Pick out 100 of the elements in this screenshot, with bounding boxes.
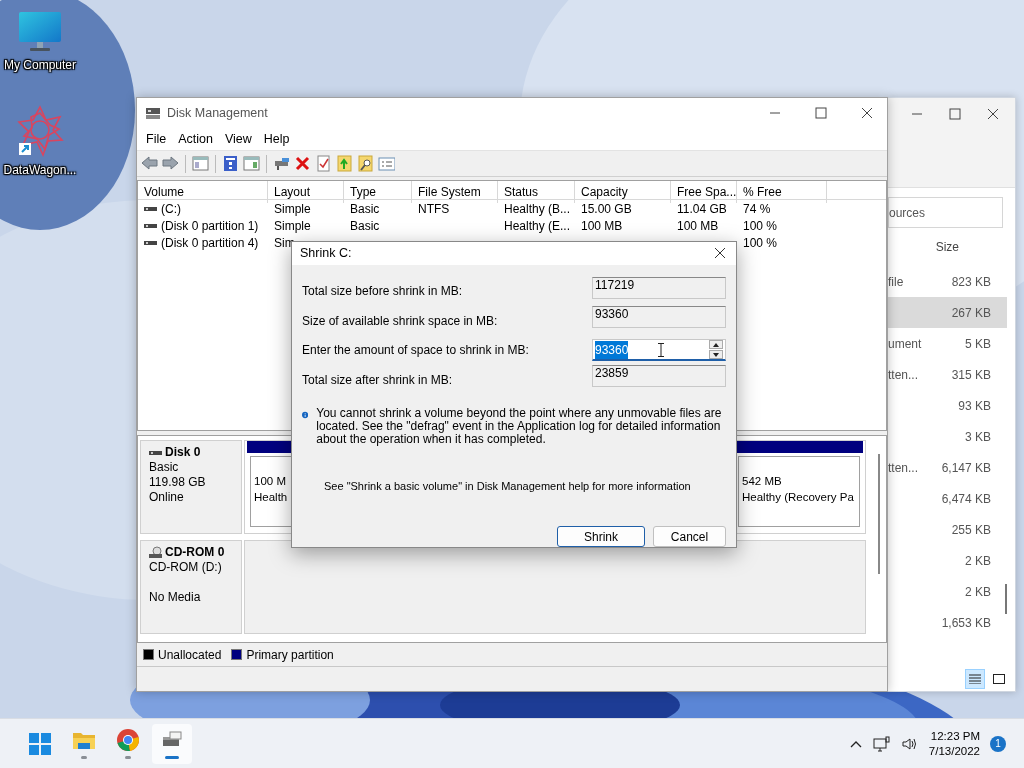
selected-row[interactable]: 267 KB <box>888 297 1007 328</box>
table-cell-text: (C:) <box>161 201 181 218</box>
help-text: See "Shrink a basic volume" in Disk Management help for more information <box>324 478 692 494</box>
maximize-button[interactable] <box>813 105 829 121</box>
checklist-icon[interactable] <box>315 155 332 172</box>
table-cell-text: Basic <box>349 201 381 218</box>
taskbar-app[interactable] <box>152 723 192 764</box>
disk-size: 119.98 GB <box>149 475 207 490</box>
menu-item[interactable]: Help <box>258 128 295 150</box>
disk-type: Basic <box>149 460 180 475</box>
notification-badge[interactable]: 1 <box>990 735 1006 752</box>
clock-date: 7/13/2022 <box>928 743 980 759</box>
down-arrow-icon <box>713 352 719 357</box>
back-arrow-icon[interactable] <box>141 155 158 172</box>
scrollbar-thumb[interactable] <box>1005 584 1007 614</box>
field-label: Total size before shrink in MB: <box>302 283 463 301</box>
close-button[interactable] <box>859 105 875 121</box>
partition-box[interactable]: 542 MB Healthy (Recovery Pa <box>738 456 860 527</box>
spin-up-button[interactable] <box>709 340 723 350</box>
scrollbar-thumb[interactable] <box>878 454 880 574</box>
file-name: tten... <box>888 366 919 384</box>
table-cell-text: Simple <box>273 218 312 235</box>
column-header[interactable]: Layout <box>268 181 344 203</box>
maximize-button[interactable] <box>947 106 963 122</box>
column-header[interactable]: Status <box>498 181 575 203</box>
partition-box[interactable]: 100 M Health <box>250 456 292 527</box>
drive-icon <box>144 222 157 230</box>
number-input[interactable]: 93360 <box>592 339 726 362</box>
disk-name: Disk 0 <box>165 445 201 460</box>
field-label: Enter the amount of space to shrink in MB: <box>302 342 529 360</box>
delete-icon[interactable] <box>294 155 311 172</box>
file-size: 5 KB <box>965 335 991 353</box>
file-size: 3 KB <box>965 428 991 446</box>
table-cell-text: 15.00 GB <box>580 201 633 218</box>
readonly-field: 117219 <box>592 276 726 299</box>
table-cell-text: (Disk 0 partition 1) <box>161 218 259 235</box>
volume-icon[interactable] <box>900 735 919 752</box>
field-label: Size of available shrink space in MB: <box>302 312 498 330</box>
menu-item[interactable]: File <box>141 128 172 150</box>
column-header[interactable]: % Free <box>737 181 827 203</box>
drive-icon <box>144 205 157 213</box>
dialog-button[interactable]: Cancel <box>653 526 726 547</box>
close-icon <box>714 247 726 260</box>
table-cell-text: Healthy (E... <box>503 218 572 235</box>
column-header[interactable]: Free Spa... <box>671 181 737 203</box>
search-folder-icon[interactable] <box>357 155 374 172</box>
close-button[interactable] <box>985 106 1001 122</box>
legend-label: Primary partition <box>246 646 334 664</box>
spin-down-button[interactable] <box>709 350 723 360</box>
panel-icon[interactable] <box>192 155 209 172</box>
disk-status: No Media <box>149 590 202 605</box>
star-shortcut-icon <box>15 105 65 159</box>
readonly-field: 93360 <box>592 306 726 328</box>
file-size: 2 KB <box>965 552 991 570</box>
maximize-icon <box>815 107 827 119</box>
column-header[interactable]: Size <box>935 238 959 256</box>
browser-icon <box>116 728 140 752</box>
partition-size: 100 M <box>254 474 287 489</box>
monitor-icon <box>17 10 63 54</box>
file-size: 6,147 KB <box>941 459 991 477</box>
menu-item[interactable]: View <box>219 128 257 150</box>
table-cell-text: 100 MB <box>580 218 624 235</box>
column-header[interactable]: Capacity <box>575 181 671 203</box>
info-message: You cannot shrink a volume beyond the point where any unmovable files are located. See the "defrag" event in the Application log for detailed information about the operation when it has completed. <box>316 406 723 446</box>
icon-label[interactable]: DataWagon... <box>3 161 77 179</box>
column-header[interactable]: File System <box>412 181 498 203</box>
file-size: 315 KB <box>951 366 991 384</box>
close-icon <box>987 108 999 120</box>
field-label: Total size after shrink in MB: <box>302 371 453 389</box>
panel-icon[interactable] <box>243 155 260 172</box>
disk-type: CD-ROM (D:) <box>149 560 223 575</box>
drive-icon[interactable] <box>273 155 290 172</box>
table-cell-text: NTFS <box>417 201 451 218</box>
column-header[interactable]: Type <box>344 181 412 203</box>
window-title: Disk Management <box>167 104 268 122</box>
close-icon <box>861 107 873 119</box>
disk-name: CD-ROM 0 <box>165 545 225 560</box>
file-size: 6,474 KB <box>941 490 991 508</box>
column-header[interactable]: Volume <box>138 181 268 203</box>
disc-drive-icon <box>149 546 162 559</box>
file-size: 93 KB <box>958 397 991 415</box>
file-size: 267 KB <box>951 304 991 322</box>
table-cell-text: 11.04 GB <box>676 201 728 218</box>
drive-icon <box>144 239 157 247</box>
list-icon <box>969 674 981 684</box>
table-cell-text: Basic <box>349 218 381 235</box>
dialog-title: Shrink C: <box>300 244 352 262</box>
partition-size: 542 MB <box>742 474 783 489</box>
dialog-button[interactable]: Shrink <box>557 526 645 547</box>
drive-icon <box>145 106 161 120</box>
file-name: ument <box>888 335 922 353</box>
menu-item[interactable]: Action <box>173 128 218 150</box>
forward-arrow-icon[interactable] <box>162 155 179 172</box>
up-arrow-icon <box>713 342 719 347</box>
network-icon[interactable] <box>872 735 891 752</box>
file-size: 1,653 KB <box>941 614 991 632</box>
file-size: 823 KB <box>951 273 991 291</box>
search-field[interactable]: ources <box>888 197 1003 228</box>
help-book-icon[interactable] <box>222 155 239 172</box>
icon-label[interactable]: My Computer <box>4 56 76 74</box>
